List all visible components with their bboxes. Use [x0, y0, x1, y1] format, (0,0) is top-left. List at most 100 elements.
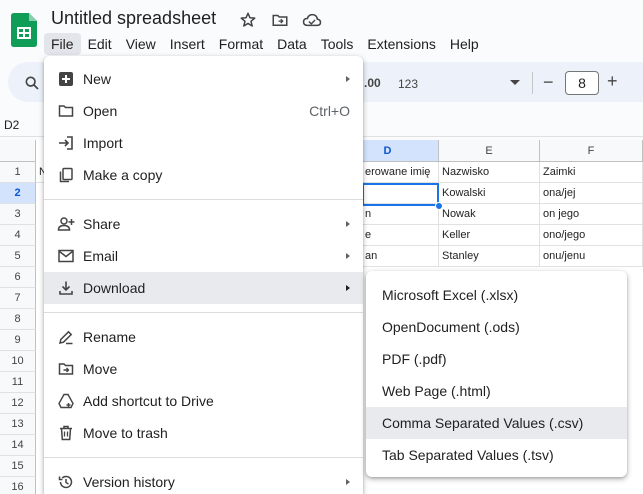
grid-cell[interactable]: onu/jenu [540, 246, 643, 267]
sheets-logo-icon[interactable] [11, 13, 37, 47]
file-menu-label: Rename [83, 329, 136, 345]
download-icon [57, 279, 75, 297]
toolbar-divider [532, 72, 533, 94]
download-pdf[interactable]: PDF (.pdf) [366, 343, 627, 375]
row-header-5[interactable]: 5 [0, 246, 36, 267]
grid-cell[interactable]: Nowak [439, 204, 540, 225]
file-menu-label: New [83, 71, 112, 87]
drive-shortcut-icon [57, 392, 75, 410]
name-box[interactable]: D2 [4, 118, 19, 132]
row-header-11[interactable]: 11 [0, 372, 36, 393]
menu-divider [44, 199, 363, 200]
grid-cell[interactable]: ono/jego [540, 225, 643, 246]
file-menu-item-download[interactable]: Download [44, 272, 363, 304]
decrease-font-size-button[interactable]: − [543, 72, 554, 93]
file-menu-label: Version history [83, 474, 175, 490]
move-to-folder-icon[interactable] [270, 10, 290, 30]
row-header-13[interactable]: 13 [0, 414, 36, 435]
row-header-2[interactable]: 2 [0, 183, 36, 204]
grid-cell[interactable]: Keller [439, 225, 540, 246]
file-menu-item-move[interactable]: Move [44, 353, 363, 385]
row-header-4[interactable]: 4 [0, 225, 36, 246]
document-title[interactable]: Untitled spreadsheet [51, 8, 216, 29]
import-icon [57, 134, 75, 152]
row-header-3[interactable]: 3 [0, 204, 36, 225]
row-header-14[interactable]: 14 [0, 435, 36, 456]
column-header-e[interactable]: E [439, 140, 540, 162]
row-header-12[interactable]: 12 [0, 393, 36, 414]
row-header-15[interactable]: 15 [0, 456, 36, 477]
download-ods[interactable]: OpenDocument (.ods) [366, 311, 627, 343]
file-menu-item-version-history[interactable]: Version history [44, 466, 363, 494]
search-icon[interactable] [24, 75, 40, 91]
menu-extensions[interactable]: Extensions [360, 33, 442, 55]
star-icon[interactable] [238, 10, 258, 30]
font-dropdown-caret-icon[interactable] [510, 80, 520, 85]
file-menu-item-move-to-trash[interactable]: Move to trash [44, 417, 363, 449]
font-size-input[interactable]: 8 [565, 71, 599, 95]
submenu-arrow-icon [346, 479, 350, 485]
grid-cell[interactable]: Kowalski [439, 183, 540, 204]
grid-cell[interactable]: on jego [540, 204, 643, 225]
menu-divider [44, 312, 363, 313]
menu-file[interactable]: File [44, 33, 81, 55]
download-submenu: Microsoft Excel (.xlsx) OpenDocument (.o… [366, 271, 627, 477]
download-csv[interactable]: Comma Separated Values (.csv) [366, 407, 627, 439]
menu-insert[interactable]: Insert [163, 33, 212, 55]
menu-data[interactable]: Data [270, 33, 314, 55]
menu-tools[interactable]: Tools [314, 33, 361, 55]
download-html[interactable]: Web Page (.html) [366, 375, 627, 407]
row-header-9[interactable]: 9 [0, 330, 36, 351]
row-header-6[interactable]: 6 [0, 267, 36, 288]
row-header-10[interactable]: 10 [0, 351, 36, 372]
file-menu-item-email[interactable]: Email [44, 240, 363, 272]
file-menu-label: Import [83, 135, 123, 151]
download-xlsx[interactable]: Microsoft Excel (.xlsx) [366, 279, 627, 311]
file-menu-label: Move [83, 361, 118, 377]
file-menu-label: Open [83, 103, 118, 119]
file-menu-label: Make a copy [83, 167, 163, 183]
sheets-window: Untitled spreadsheet File Edit View Inse… [0, 0, 643, 494]
grid-cell[interactable]: Zaimki [540, 162, 643, 183]
email-icon [57, 247, 75, 265]
file-menu-item-add-shortcut[interactable]: Add shortcut to Drive [44, 385, 363, 417]
fill-handle[interactable] [435, 202, 443, 210]
menu-divider [44, 457, 363, 458]
file-menu-label: Download [83, 280, 146, 296]
increase-decimal-button[interactable]: .00 [364, 76, 381, 90]
menu-edit[interactable]: Edit [81, 33, 119, 55]
rename-icon [57, 328, 75, 346]
trash-icon [57, 424, 75, 442]
menu-help[interactable]: Help [443, 33, 486, 55]
file-menu-item-new[interactable]: New [44, 63, 363, 95]
file-menu-item-make-a-copy[interactable]: Make a copy [44, 159, 363, 191]
file-menu-item-open[interactable]: Open Ctrl+O [44, 95, 363, 127]
history-icon [57, 473, 75, 491]
menubar: File Edit View Insert Format Data Tools … [44, 32, 486, 56]
keyboard-shortcut: Ctrl+O [309, 103, 350, 119]
row-header-16[interactable]: 16 [0, 477, 36, 494]
file-menu-item-share[interactable]: Share [44, 208, 363, 240]
select-all-corner[interactable] [0, 140, 36, 162]
row-header-7[interactable]: 7 [0, 288, 36, 309]
selected-cell-outline [362, 183, 439, 206]
move-folder-icon [57, 360, 75, 378]
share-person-icon [57, 215, 75, 233]
column-header-f[interactable]: F [540, 140, 643, 162]
menu-format[interactable]: Format [212, 33, 270, 55]
row-header-1[interactable]: 1 [0, 162, 36, 183]
more-formats-button[interactable]: 123 [398, 77, 418, 91]
grid-cell[interactable]: Stanley [439, 246, 540, 267]
folder-icon [57, 102, 75, 120]
download-tsv[interactable]: Tab Separated Values (.tsv) [366, 439, 627, 471]
file-menu-item-import[interactable]: Import [44, 127, 363, 159]
row-header-8[interactable]: 8 [0, 309, 36, 330]
menu-view[interactable]: View [119, 33, 163, 55]
grid-cell[interactable]: ona/jej [540, 183, 643, 204]
plus-box-icon [57, 70, 75, 88]
file-menu-item-rename[interactable]: Rename [44, 321, 363, 353]
file-menu: New Open Ctrl+O Import Make a copy Share… [44, 56, 363, 494]
grid-cell[interactable]: Nazwisko [439, 162, 540, 183]
increase-font-size-button[interactable]: + [607, 71, 618, 92]
cloud-status-icon[interactable] [302, 10, 322, 30]
